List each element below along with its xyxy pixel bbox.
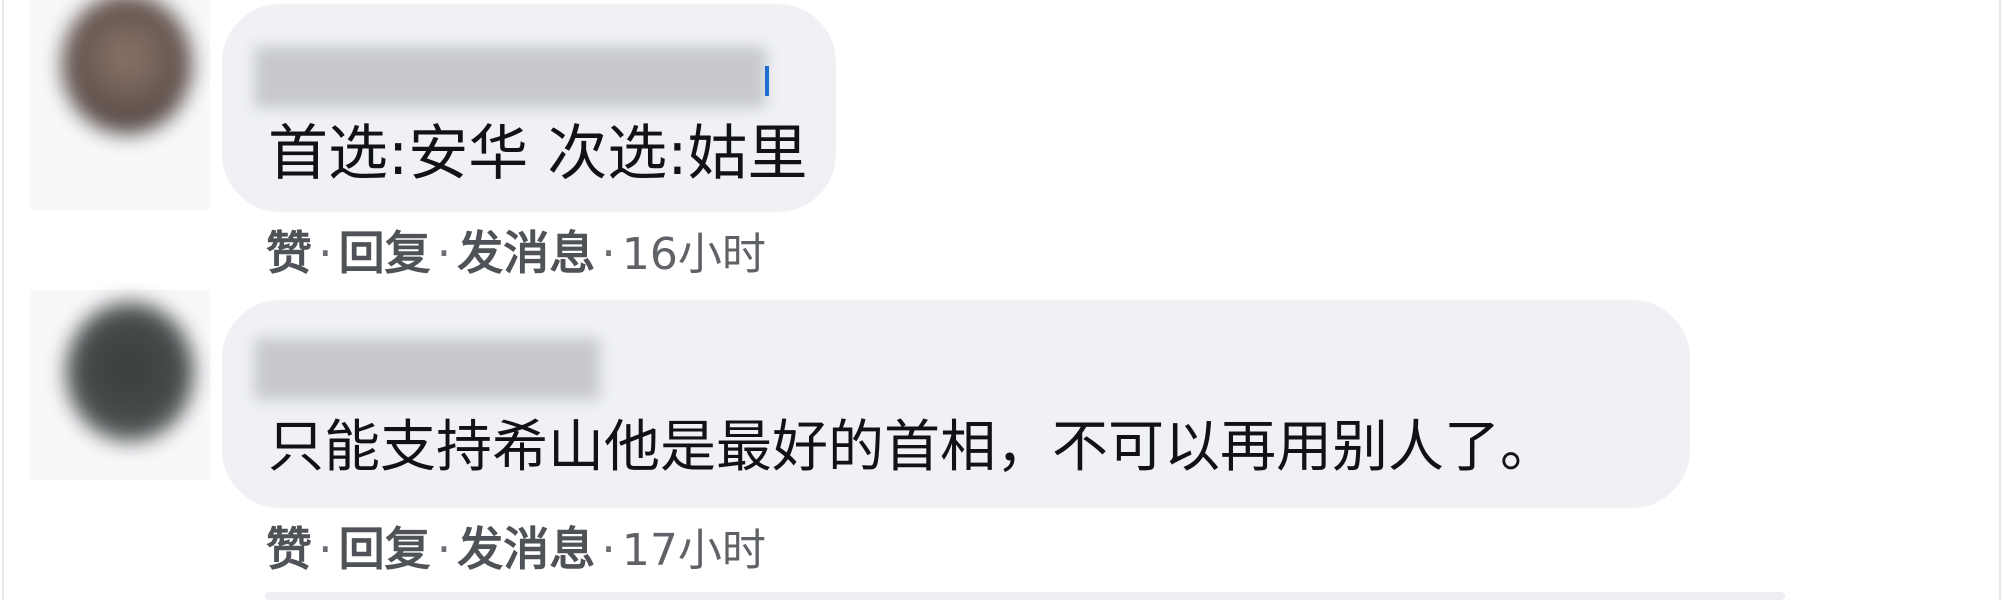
commenter-name-blurred[interactable] [254,338,600,400]
comment-text: 只能支持希山他是最好的首相，不可以再用别人了。 [268,415,1556,480]
text-caret [765,66,769,96]
like-link[interactable]: 赞 [266,226,312,280]
avatar[interactable] [62,0,192,134]
comment-actions: 赞 · 回复 · 发消息 · 16小时 [266,230,766,277]
separator-dot: · [436,522,452,576]
separator-dot: · [318,522,333,576]
separator-dot: · [436,226,452,280]
avatar[interactable] [66,302,194,442]
commenter-name-blurred[interactable] [254,46,766,108]
like-link[interactable]: 赞 [266,522,312,576]
timestamp[interactable]: 16小时 [622,229,766,280]
comment-actions: 赞 · 回复 · 发消息 · 17小时 [266,526,766,573]
comment-bubble: 只能支持希山他是最好的首相，不可以再用别人了。 [222,300,1690,508]
message-link[interactable]: 发消息 [457,226,595,280]
next-comment-edge [265,592,1785,600]
separator-dot: · [601,522,616,576]
left-border [2,0,4,600]
separator-dot: · [318,226,333,280]
reply-link[interactable]: 回复 [339,522,431,576]
message-link[interactable]: 发消息 [457,522,595,576]
separator-dot: · [601,226,616,280]
reply-link[interactable]: 回复 [339,226,431,280]
comment-text: 首选:安华 次选:姑里 [268,119,808,189]
timestamp[interactable]: 17小时 [622,525,766,576]
comment-bubble: 首选:安华 次选:姑里 [222,4,836,212]
right-border [1999,0,2001,600]
